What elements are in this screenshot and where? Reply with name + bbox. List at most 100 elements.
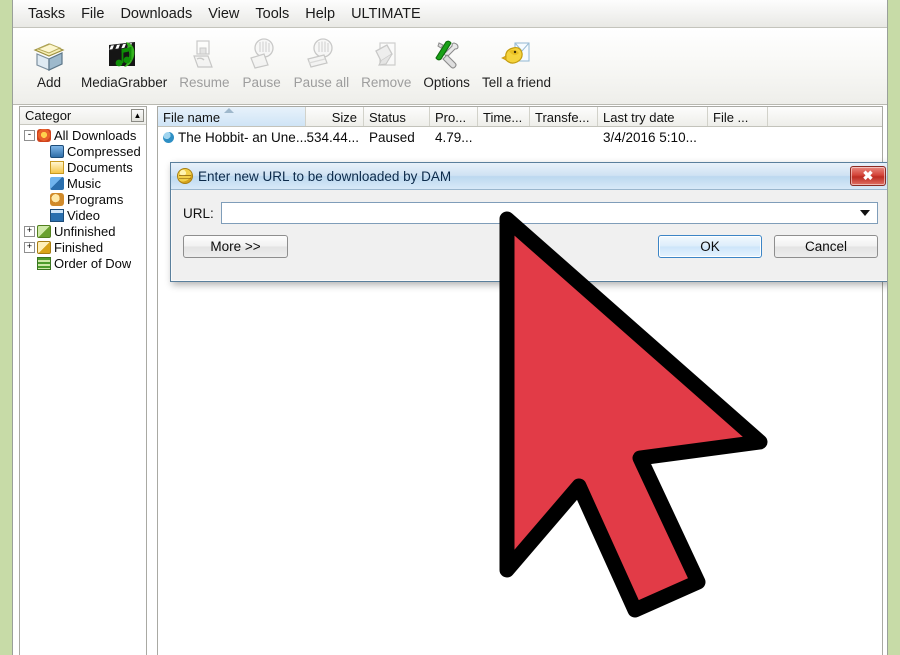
toolbar-mediagrabber-label: MediaGrabber (81, 75, 168, 90)
sidebar-title: Categor (25, 108, 72, 123)
toolbar-options-button[interactable]: Options (417, 32, 476, 90)
more-button[interactable]: More >> (183, 235, 288, 258)
file-name-text: The Hobbit- an Une... (178, 129, 306, 145)
expander-spacer (24, 258, 35, 269)
sidebar-collapse-button[interactable]: ▲ (131, 109, 144, 122)
tree-item-all-downloads[interactable]: - All Downloads (20, 127, 146, 143)
column-header-size[interactable]: Size (306, 107, 364, 126)
menu-tasks[interactable]: Tasks (21, 4, 72, 24)
order-of-download-icon (37, 256, 51, 270)
tree-item-unfinished[interactable]: + Unfinished (20, 223, 146, 239)
cell-status: Paused (369, 129, 415, 145)
compressed-icon (50, 144, 64, 158)
tree-label: Compressed (67, 143, 141, 159)
dialog-title-bar[interactable]: Enter new URL to be downloaded by DAM ✖ (171, 163, 887, 190)
tree-label: Documents (67, 159, 133, 175)
toolbar-remove-label: Remove (361, 75, 412, 90)
expander-spacer (37, 162, 48, 173)
tree-label: Music (67, 175, 101, 191)
tree-label: Order of Dow (54, 255, 132, 271)
music-icon (50, 176, 64, 190)
column-header-time-left[interactable]: Time... (478, 107, 530, 126)
menu-tools[interactable]: Tools (248, 4, 296, 24)
chevron-down-icon[interactable] (860, 210, 870, 216)
cell-size: 534.44... (306, 129, 359, 145)
expander-spacer (37, 210, 48, 221)
url-input[interactable] (222, 204, 860, 222)
downloads-list-header: File name Size Status Pro... Time... Tra… (158, 107, 882, 127)
toolbar-pause-all-button[interactable]: Pause all (288, 32, 356, 90)
unfinished-icon (37, 224, 51, 238)
toolbar-add-label: Add (36, 75, 62, 90)
cell-file-name: The Hobbit- an Une... (158, 130, 306, 145)
bird-letter-icon (496, 34, 536, 74)
toolbar-tell-a-friend-label: Tell a friend (481, 75, 551, 90)
column-header-file-name[interactable]: File name (158, 107, 306, 126)
toolbar-mediagrabber-button[interactable]: MediaGrabber (75, 32, 173, 90)
programs-icon (50, 192, 64, 206)
cell-progress: 4.79... (435, 129, 473, 145)
tree-label: Video (67, 207, 101, 223)
cell-last-try-date: 3/4/2016 5:10... (603, 129, 697, 145)
column-header-transfer-rate[interactable]: Transfe... (530, 107, 598, 126)
expander-icon[interactable]: + (24, 241, 35, 253)
column-header-file-type[interactable]: File ... (708, 107, 768, 126)
add-folder-icon (29, 34, 69, 74)
toolbar-pause-label: Pause (242, 75, 281, 90)
dialog-button-row: More >> OK Cancel (183, 235, 878, 258)
tree-item-compressed[interactable]: Compressed (20, 143, 146, 159)
url-label: URL: (183, 205, 214, 221)
dialog-title-text: Enter new URL to be downloaded by DAM (198, 168, 452, 184)
toolbar-pause-button[interactable]: Pause (236, 32, 288, 90)
tree-label: All Downloads (54, 127, 137, 143)
enter-url-dialog: Enter new URL to be downloaded by DAM ✖ … (170, 162, 887, 282)
tree-item-programs[interactable]: Programs (20, 191, 146, 207)
expander-icon[interactable]: - (24, 129, 35, 141)
pause-all-hand-icon (301, 34, 341, 74)
all-downloads-icon (37, 128, 51, 142)
panel-splitter[interactable] (149, 106, 155, 655)
toolbar-add-button[interactable]: Add (23, 32, 75, 90)
cancel-button[interactable]: Cancel (774, 235, 878, 258)
toolbar: Add MediaGrabber Resume Pause Pause all … (13, 29, 887, 105)
download-item-icon (163, 131, 174, 143)
expander-icon[interactable]: + (24, 225, 35, 237)
category-sidebar: Categor ▲ - All Downloads Compressed Doc… (19, 106, 147, 655)
expander-spacer (37, 178, 48, 189)
tree-item-video[interactable]: Video (20, 207, 146, 223)
tree-item-finished[interactable]: + Finished (20, 239, 146, 255)
url-combobox[interactable] (221, 202, 878, 224)
menu-bar: Tasks File Downloads View Tools Help ULT… (13, 0, 887, 28)
menu-help[interactable]: Help (298, 4, 342, 24)
wrench-screwdriver-icon (427, 34, 467, 74)
column-header-status[interactable]: Status (364, 107, 430, 126)
video-icon (50, 208, 64, 222)
ok-button[interactable]: OK (658, 235, 762, 258)
sort-ascending-icon (224, 108, 234, 113)
application-window: Tasks File Downloads View Tools Help ULT… (12, 0, 888, 655)
globe-icon (177, 168, 193, 184)
sidebar-header: Categor ▲ (20, 107, 146, 125)
menu-file[interactable]: File (74, 4, 111, 24)
remove-eraser-icon (366, 34, 406, 74)
tree-item-documents[interactable]: Documents (20, 159, 146, 175)
column-label: File name (163, 109, 221, 125)
expander-spacer (37, 146, 48, 157)
table-row[interactable]: The Hobbit- an Une... 534.44... Paused 4… (158, 127, 882, 147)
menu-ultimate[interactable]: ULTIMATE (344, 4, 428, 24)
column-header-last-try-date[interactable]: Last try date (598, 107, 708, 126)
menu-view[interactable]: View (201, 4, 246, 24)
resume-icon (184, 34, 224, 74)
tree-item-music[interactable]: Music (20, 175, 146, 191)
expander-spacer (37, 194, 48, 205)
menu-downloads[interactable]: Downloads (113, 4, 199, 24)
tree-item-order-of-download[interactable]: Order of Dow (20, 255, 146, 271)
toolbar-tell-a-friend-button[interactable]: Tell a friend (476, 32, 557, 90)
toolbar-remove-button[interactable]: Remove (355, 32, 417, 90)
close-icon[interactable]: ✖ (850, 166, 886, 186)
toolbar-resume-button[interactable]: Resume (173, 32, 235, 90)
column-header-progress[interactable]: Pro... (430, 107, 478, 126)
tree-label: Finished (54, 239, 104, 255)
pause-hand-icon (242, 34, 282, 74)
url-row: URL: (183, 202, 878, 224)
